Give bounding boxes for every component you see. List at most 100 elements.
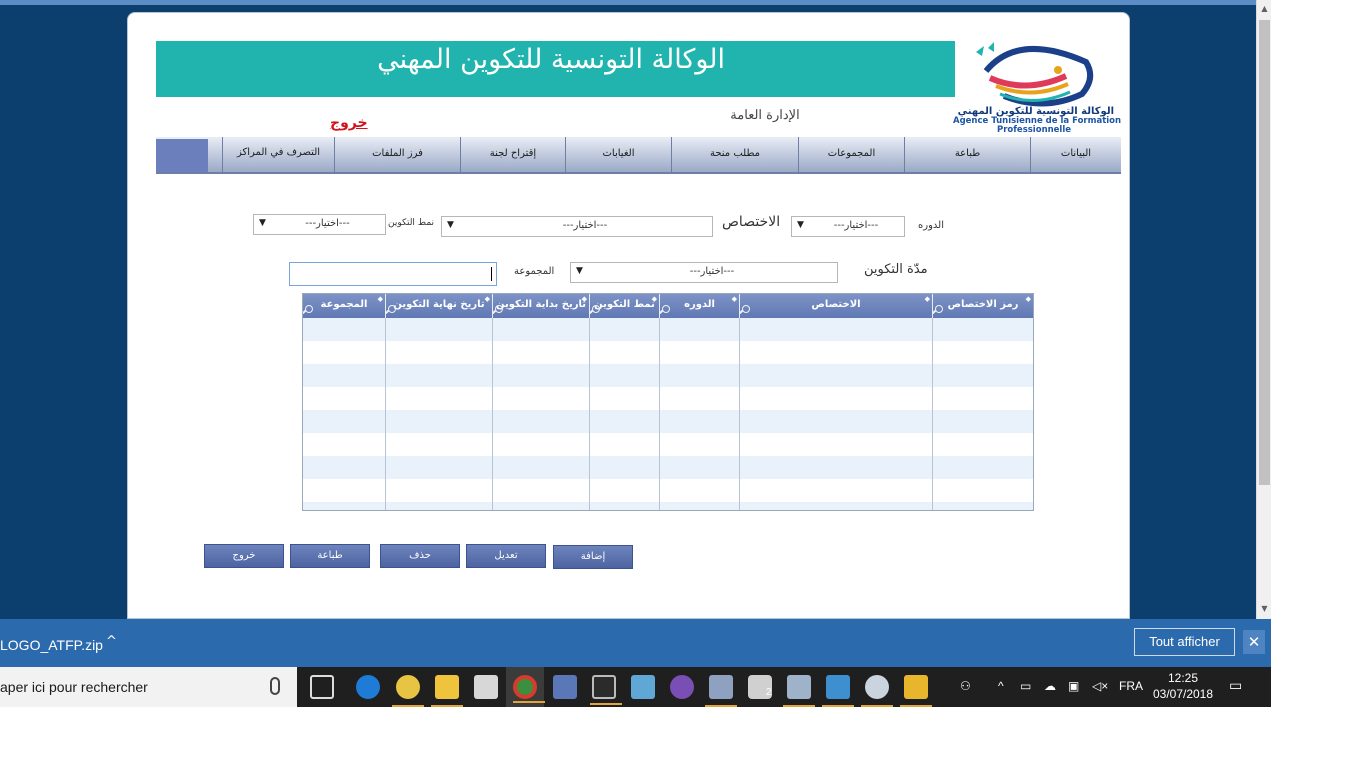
group-input[interactable]	[289, 262, 497, 286]
col-session[interactable]: ◆ الدوره	[659, 294, 739, 318]
menu-item-file-sorting[interactable]: فرز الملفات	[334, 137, 460, 174]
windows-taskbar: aper ici pour rechercher 2 ⚇ ^ ▭ ☁ ▣ ◁× …	[0, 667, 1271, 707]
app-icon-4[interactable]	[705, 675, 737, 707]
training-mode-label: نمط التكوين	[388, 218, 435, 228]
session-dropdown[interactable]: ---اختيار--- ▼	[791, 216, 905, 237]
direction-label: الإدارة العامة	[730, 108, 800, 123]
session-dropdown-value: ---اختيار---	[833, 220, 879, 231]
clock[interactable]: 12:25 03/07/2018	[1147, 670, 1219, 702]
print-button[interactable]: طباعة	[290, 544, 370, 568]
table-row[interactable]	[303, 387, 1033, 410]
table-row[interactable]	[303, 364, 1033, 387]
taskbar-search-box[interactable]: aper ici pour rechercher	[0, 667, 297, 707]
table-row[interactable]	[303, 318, 1033, 341]
logo-french-text-line2: Professionnelle	[996, 125, 1072, 135]
mail-badge: 2	[766, 687, 772, 698]
col-specialty[interactable]: ◆ الاختصاص	[739, 294, 932, 318]
group-label: المجموعة	[514, 266, 555, 277]
table-row[interactable]	[303, 502, 1033, 510]
scroll-down-arrow-icon[interactable]: ▼	[1257, 603, 1272, 615]
powershell-icon[interactable]	[822, 675, 854, 707]
app-icon-2[interactable]	[553, 675, 577, 699]
app-icon-5[interactable]	[783, 675, 815, 707]
col-group[interactable]: ◆ المجموعة	[303, 294, 385, 318]
training-mode-dropdown-value: ---اختيار---	[305, 218, 350, 229]
microphone-icon[interactable]	[270, 677, 280, 695]
close-icon[interactable]: ✕	[1243, 630, 1265, 654]
training-mode-dropdown[interactable]: ---اختيار--- ▼	[253, 214, 386, 235]
taskbar-search-placeholder: aper ici pour rechercher	[0, 679, 148, 695]
col-training-mode[interactable]: ◆ نمط التكوين	[589, 294, 659, 318]
training-duration-dropdown-value: ---اختيار---	[689, 266, 735, 277]
task-view-icon[interactable]	[310, 675, 334, 699]
show-all-downloads-button[interactable]: Tout afficher	[1134, 628, 1235, 656]
add-button[interactable]: إضافة	[553, 545, 633, 569]
table-row[interactable]	[303, 341, 1033, 364]
viber-icon[interactable]	[670, 675, 694, 699]
col-specialty-code[interactable]: ◆ رمز الاختصاص	[932, 294, 1033, 318]
exit-button[interactable]: خروج	[204, 544, 284, 568]
network-icon[interactable]: ▣	[1068, 679, 1079, 693]
filter-icon[interactable]	[592, 305, 600, 313]
col-start-date-label: تاريخ بداية التكوين	[495, 299, 587, 310]
chrome-icon[interactable]	[513, 675, 545, 703]
browser-scrollbar[interactable]: ▲ ▼	[1256, 0, 1271, 619]
chevron-up-icon[interactable]: ^	[998, 679, 1004, 693]
table-row[interactable]	[303, 479, 1033, 502]
download-file-name[interactable]: LOGO_ATFP.zip	[0, 637, 103, 653]
battery-icon[interactable]: ▭	[1020, 679, 1031, 693]
chevron-up-icon[interactable]: ^	[106, 634, 117, 649]
filter-icon[interactable]	[935, 305, 943, 313]
data-grid: ◆ رمز الاختصاص ◆ الاختصاص ◆ الدوره ◆ نمط الت…	[302, 293, 1034, 511]
specialty-dropdown[interactable]: ---اختيار--- ▼	[441, 216, 713, 237]
filter-icon[interactable]	[495, 305, 503, 313]
store-icon[interactable]	[474, 675, 498, 699]
grid-header: ◆ رمز الاختصاص ◆ الاختصاص ◆ الدوره ◆ نمط الت…	[303, 294, 1033, 318]
notifications-icon[interactable]: ▭	[1229, 677, 1242, 694]
chevron-down-icon: ▼	[797, 220, 804, 230]
app-icon-1[interactable]	[392, 675, 424, 707]
filter-icon[interactable]	[662, 305, 670, 313]
file-explorer-icon[interactable]	[431, 675, 463, 707]
main-menu-bar: البيانات طباعة المجموعات مطلب منحة الغيا…	[156, 137, 1121, 174]
filter-icon[interactable]	[305, 305, 313, 313]
menu-item-print[interactable]: طباعة	[904, 137, 1030, 174]
col-training-mode-label: نمط التكوين	[594, 299, 655, 310]
download-bar: LOGO_ATFP.zip ^ Tout afficher ✕	[0, 619, 1271, 667]
edit-button[interactable]: تعديل	[466, 544, 546, 568]
training-duration-label: مدّة التكوين	[864, 262, 928, 277]
clock-date: 03/07/2018	[1152, 687, 1214, 701]
search-tool-icon[interactable]	[861, 675, 893, 707]
col-end-date[interactable]: ◆ تاريخ نهاية التكوين	[385, 294, 492, 318]
menu-item-center-management[interactable]: التصرف في المراكز	[222, 137, 334, 174]
app-icon-3[interactable]	[631, 675, 655, 699]
session-label: الدوره	[918, 220, 944, 231]
logout-link[interactable]: خروج	[330, 115, 368, 131]
menu-item-data[interactable]: البيانات	[1030, 137, 1121, 174]
col-session-label: الدوره	[684, 299, 715, 310]
column-divider	[932, 318, 933, 510]
menu-item-absences[interactable]: الغيابات	[565, 137, 671, 174]
people-icon[interactable]: ⚇	[960, 679, 971, 693]
table-row[interactable]	[303, 410, 1033, 433]
scroll-up-arrow-icon[interactable]: ▲	[1257, 4, 1272, 14]
menu-item-groups[interactable]: المجموعات	[798, 137, 904, 174]
menu-item-committee-proposal[interactable]: إقتراح لجنة	[460, 137, 565, 174]
col-start-date[interactable]: ◆ تاريخ بداية التكوين	[492, 294, 589, 318]
filter-icon[interactable]	[742, 305, 750, 313]
volume-icon[interactable]: ◁×	[1092, 679, 1108, 693]
edge-icon[interactable]	[356, 675, 380, 699]
menu-item-grant-request[interactable]: مطلب منحة	[671, 137, 798, 174]
app-icon-6[interactable]	[900, 675, 932, 707]
column-divider	[385, 318, 386, 510]
menu-home-block[interactable]	[156, 139, 208, 172]
cloud-icon[interactable]: ☁	[1044, 679, 1056, 693]
table-row[interactable]	[303, 456, 1033, 479]
table-row[interactable]	[303, 433, 1033, 456]
language-indicator[interactable]: FRA	[1119, 679, 1143, 693]
delete-button[interactable]: حذف	[380, 544, 460, 568]
filter-icon[interactable]	[388, 305, 396, 313]
training-duration-dropdown[interactable]: ---اختيار--- ▼	[570, 262, 838, 283]
scroll-thumb[interactable]	[1259, 20, 1270, 485]
cmd-icon[interactable]	[590, 675, 622, 705]
